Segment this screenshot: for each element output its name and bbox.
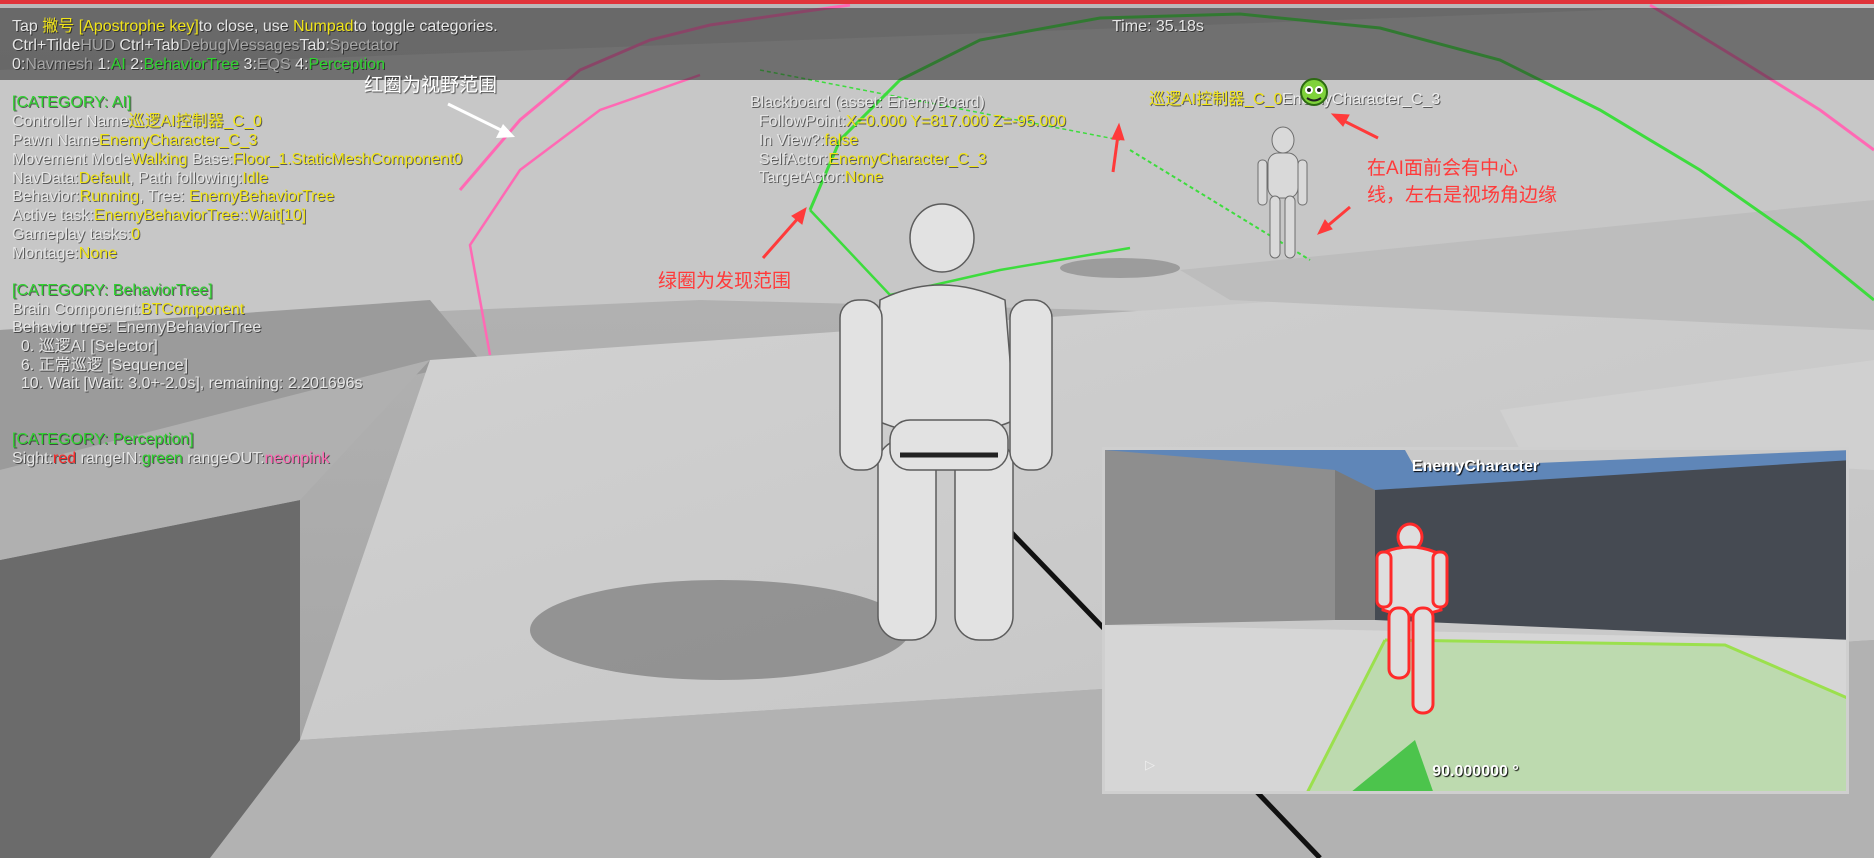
pip-fov-readout: 90.000000 ° (1432, 763, 1519, 780)
arrow-red-enemy (1330, 113, 1379, 140)
game-viewport[interactable]: Tap 撇号 [Apostrophe key]to close, use Num… (0, 0, 1874, 858)
speaker-icon: ▷ (1145, 757, 1155, 772)
enemy-camera-view[interactable]: EnemyCharacter 90.000000 ° ▷ (1102, 447, 1849, 794)
arrow-red-fov-edge (1316, 205, 1351, 235)
pip-title: EnemyCharacter (1411, 458, 1540, 475)
pip-scene (1105, 450, 1846, 791)
arrow-red-centerline-up (1111, 122, 1125, 173)
arrow-red-detect-range (761, 206, 807, 259)
arrow-white-view-range (447, 102, 515, 138)
